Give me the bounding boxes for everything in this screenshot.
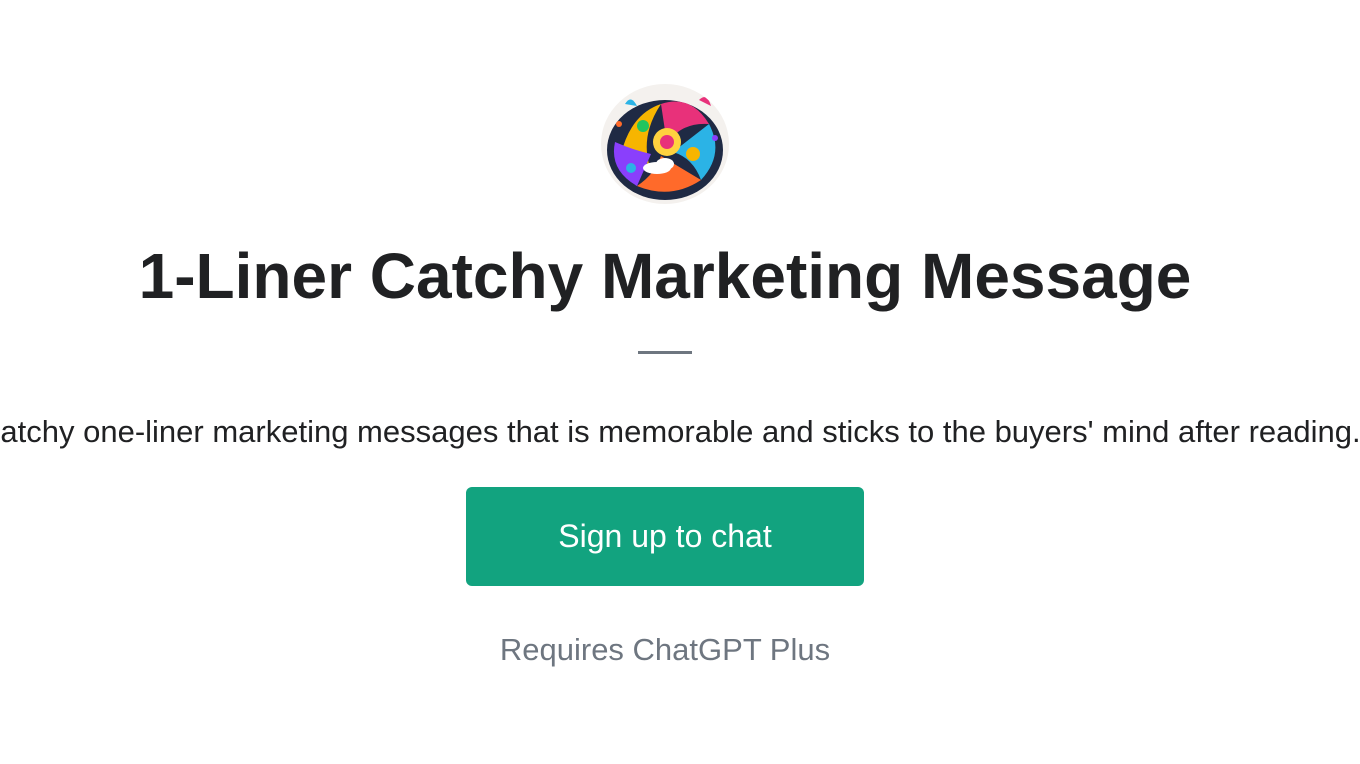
gpt-description: Catchy one-liner marketing messages that… <box>0 414 1360 449</box>
gpt-title: 1-Liner Catchy Marketing Message <box>138 240 1192 312</box>
gpt-landing-page: 1-Liner Catchy Marketing Message Catchy … <box>0 0 1360 764</box>
colorful-splash-icon <box>601 84 729 204</box>
sign-up-to-chat-button[interactable]: Sign up to chat <box>466 487 864 586</box>
description-container: Catchy one-liner marketing messages that… <box>0 408 1360 456</box>
title-divider <box>638 351 692 354</box>
plan-requirement-note: Requires ChatGPT Plus <box>499 632 831 667</box>
gpt-avatar <box>601 84 729 204</box>
